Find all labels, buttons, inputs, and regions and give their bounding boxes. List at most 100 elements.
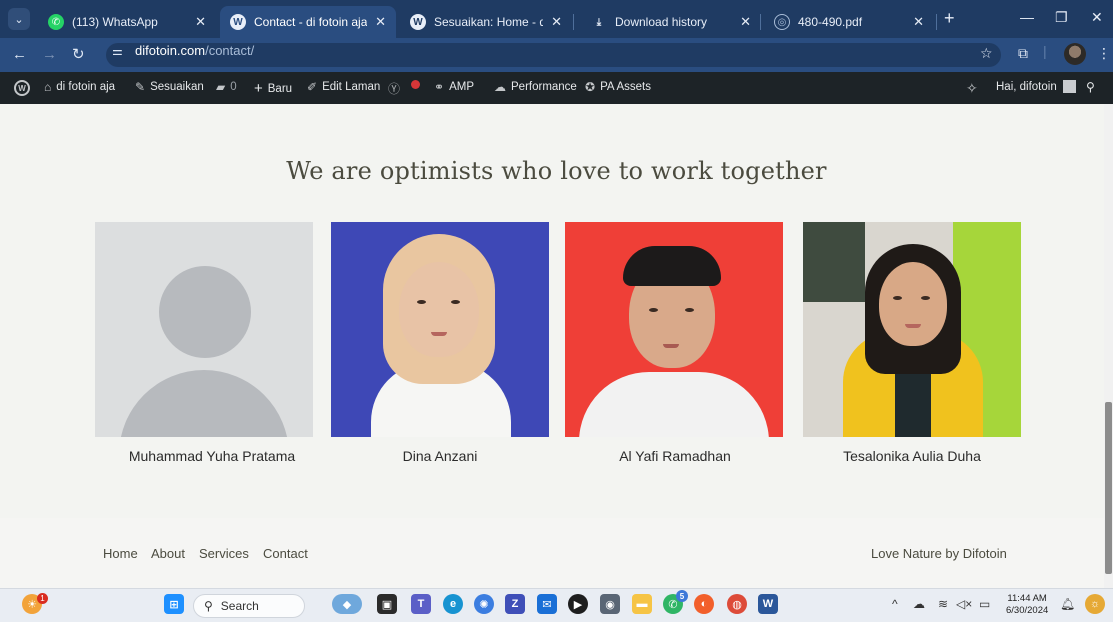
member-name: Dina Anzani bbox=[402, 448, 478, 464]
browser-menu-icon[interactable]: ⋮ bbox=[1097, 45, 1111, 62]
back-icon[interactable]: ← bbox=[12, 46, 27, 63]
footer-link-contact[interactable]: Contact bbox=[263, 546, 308, 561]
edge-icon[interactable]: e bbox=[443, 594, 463, 614]
taskbar-search[interactable]: ⚲ Search bbox=[193, 594, 305, 618]
admin-pa-assets[interactable]: ✪ PA Assets bbox=[585, 80, 651, 94]
photo-face bbox=[879, 262, 947, 346]
url-path: /contact/ bbox=[205, 43, 255, 58]
brush-icon: ✎ bbox=[135, 80, 146, 94]
admin-performance[interactable]: ☁ Performance bbox=[494, 80, 577, 94]
admin-edit-page[interactable]: ✐ Edit Laman bbox=[307, 80, 380, 94]
admin-new[interactable]: + Baru bbox=[254, 80, 292, 97]
teams-icon[interactable]: T bbox=[411, 594, 431, 614]
cloud-sync-icon[interactable]: ☁ bbox=[913, 597, 925, 611]
battery-icon[interactable]: ▭ bbox=[979, 597, 990, 611]
mail-icon[interactable]: ✉ bbox=[537, 594, 557, 614]
task-view-icon[interactable]: ▣ bbox=[377, 594, 397, 614]
yoast-icon[interactable]: Ⓨ bbox=[388, 80, 405, 97]
comment-count: 0 bbox=[230, 81, 237, 93]
pencil-icon: ✐ bbox=[307, 80, 318, 94]
download-icon: ⤓ bbox=[596, 16, 602, 28]
tab-whatsapp[interactable]: ✆ (113) WhatsApp ✕ bbox=[38, 6, 216, 38]
photo-eye bbox=[893, 296, 902, 300]
new-tab-icon[interactable]: + bbox=[944, 8, 955, 29]
member-name: Tesalonika Aulia Duha bbox=[843, 448, 981, 464]
close-tab-icon[interactable]: ✕ bbox=[195, 14, 206, 30]
profile-avatar[interactable] bbox=[1064, 43, 1086, 65]
show-hidden-icons-icon[interactable]: ^ bbox=[892, 597, 898, 611]
admin-greeting: Hai, difotoin bbox=[996, 80, 1057, 93]
site-settings-icon[interactable]: ⚌ bbox=[112, 44, 123, 58]
assets-icon: ✪ bbox=[585, 80, 596, 94]
url-host: difotoin.com bbox=[135, 43, 206, 58]
admin-search-icon[interactable]: ⚲ bbox=[1086, 80, 1100, 94]
photo-poster bbox=[803, 222, 865, 302]
notification-bell-icon[interactable]: 🔔︎ bbox=[1060, 597, 1075, 611]
file-explorer-icon[interactable]: ▬ bbox=[632, 594, 652, 614]
camera-icon[interactable]: ◉ bbox=[600, 594, 620, 614]
photo-eye bbox=[417, 300, 426, 304]
forward-icon[interactable]: → bbox=[42, 46, 57, 63]
placeholder-avatar-image bbox=[95, 222, 313, 437]
wordpress-logo-icon[interactable]: W bbox=[14, 80, 30, 96]
tab-download-history[interactable]: ⤓ Download history ✕ bbox=[581, 6, 761, 38]
tab-separator bbox=[573, 14, 574, 30]
media-player-icon[interactable]: ▶ bbox=[568, 594, 588, 614]
photo-eye bbox=[921, 296, 930, 300]
photo-eye bbox=[649, 308, 658, 312]
tab-pdf[interactable]: ◎ 480-490.pdf ✕ bbox=[764, 6, 934, 38]
copilot-icon[interactable]: ✺ bbox=[474, 594, 494, 614]
sparkle-icon[interactable]: ✧ bbox=[966, 80, 983, 97]
admin-site-name-label: di fotoin aja bbox=[56, 81, 116, 93]
chrome-icon[interactable]: ◍ bbox=[727, 594, 747, 614]
admin-account[interactable]: Hai, difotoin bbox=[996, 80, 1076, 93]
reload-icon[interactable]: ↻ bbox=[72, 45, 85, 63]
tab-title: 480-490.pdf bbox=[798, 15, 863, 29]
close-tab-icon[interactable]: ✕ bbox=[740, 14, 751, 30]
bookmark-star-icon[interactable]: ☆ bbox=[980, 45, 993, 62]
weather-widget-icon[interactable]: ☼ bbox=[1085, 594, 1105, 614]
tab-search-chevron-icon[interactable]: ⌄ bbox=[8, 8, 30, 30]
footer-link-services[interactable]: Services bbox=[199, 546, 249, 561]
member-name: Muhammad Yuha Pratama bbox=[128, 448, 296, 464]
footer-credit: Love Nature by Difotoin bbox=[871, 546, 1007, 561]
close-tab-icon[interactable]: ✕ bbox=[913, 14, 924, 30]
admin-comments[interactable]: ▰ 0 bbox=[216, 80, 237, 94]
member-name: Al Yafi Ramadhan bbox=[619, 448, 731, 464]
page-scrollbar-thumb[interactable] bbox=[1105, 402, 1112, 574]
photo-mouth bbox=[905, 324, 921, 328]
taskbar-clock[interactable]: 11:44 AM 6/30/2024 bbox=[1006, 593, 1048, 617]
photo-shirt bbox=[579, 372, 769, 437]
extensions-icon[interactable]: ⧉ bbox=[1018, 45, 1028, 62]
firefox-icon[interactable]: ◐ bbox=[694, 594, 714, 614]
footer-link-about[interactable]: About bbox=[151, 546, 185, 561]
whatsapp-badge: 5 bbox=[676, 590, 688, 602]
tab-title: Sesuaikan: Home - di fotoin bbox=[434, 15, 544, 29]
copilot-fish-icon[interactable]: ◆ bbox=[332, 594, 362, 614]
minimize-icon[interactable]: — bbox=[1020, 9, 1034, 25]
url-text[interactable]: difotoin.com/contact/ bbox=[135, 43, 254, 58]
close-tab-icon[interactable]: ✕ bbox=[551, 14, 562, 30]
tab-contact[interactable]: W Contact - di fotoin aja ✕ bbox=[220, 6, 396, 38]
admin-customize[interactable]: ✎ Sesuaikan bbox=[135, 80, 204, 94]
footer-link-home[interactable]: Home bbox=[103, 546, 138, 561]
photo-eye bbox=[685, 308, 694, 312]
word-icon[interactable]: W bbox=[758, 594, 778, 614]
close-window-icon[interactable]: ✕ bbox=[1091, 9, 1103, 26]
admin-amp[interactable]: ⚭ AMP bbox=[434, 80, 474, 94]
close-tab-icon[interactable]: ✕ bbox=[375, 14, 386, 30]
tab-title: Download history bbox=[615, 15, 708, 29]
wifi-icon[interactable]: ≋ bbox=[938, 597, 948, 611]
restore-icon[interactable]: ❐ bbox=[1055, 9, 1068, 26]
admin-edit-page-label: Edit Laman bbox=[322, 81, 381, 93]
volume-icon[interactable]: ◁× bbox=[956, 597, 972, 611]
team-member-card bbox=[565, 222, 783, 437]
admin-performance-label: Performance bbox=[511, 81, 577, 93]
admin-site-name[interactable]: ⌂ di fotoin aja bbox=[44, 80, 115, 94]
wordpress-icon: W bbox=[230, 14, 246, 30]
avatar-body-shape bbox=[119, 370, 289, 437]
clock-time: 11:44 AM bbox=[1007, 593, 1047, 604]
tab-customize[interactable]: W Sesuaikan: Home - di fotoin ✕ bbox=[400, 6, 572, 38]
zotero-icon[interactable]: Z bbox=[505, 594, 525, 614]
start-windows-icon[interactable]: ⊞ bbox=[164, 594, 184, 614]
